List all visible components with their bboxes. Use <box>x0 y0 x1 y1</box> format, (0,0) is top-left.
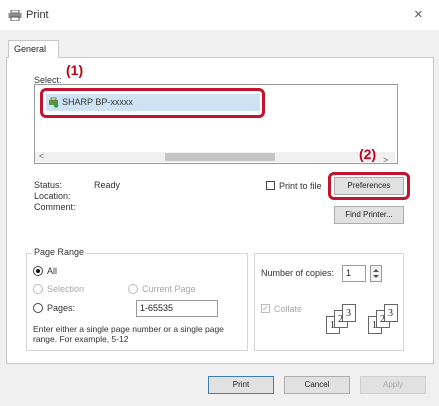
collate-checkbox[interactable]: ✓ <box>261 304 270 313</box>
printer-name: SHARP BP-xxxxx <box>62 97 133 107</box>
stepper-arrows-icon <box>373 269 379 278</box>
collate-page-number: 1 <box>372 320 377 331</box>
printer-ready-icon <box>48 97 59 108</box>
preferences-button[interactable]: Preferences <box>334 177 404 195</box>
comment-label: Comment: <box>34 202 76 212</box>
location-label: Location: <box>34 191 71 201</box>
print-button[interactable]: Print <box>208 376 274 394</box>
radio-selection[interactable] <box>33 284 43 294</box>
scrollbar-thumb[interactable] <box>165 153 275 161</box>
callout-2: (2) <box>359 146 377 162</box>
apply-button[interactable]: Apply <box>360 376 426 394</box>
status-value: Ready <box>94 180 121 190</box>
collate-page-number: 3 <box>346 308 351 319</box>
collate-page-number: 2 <box>380 314 385 325</box>
window-title: Print <box>26 9 49 21</box>
printer-icon <box>8 9 22 22</box>
collate-label: Collate <box>274 304 303 314</box>
radio-all-label: All <box>47 266 58 276</box>
tab-general[interactable]: General <box>8 40 59 58</box>
check-mark-icon: ✓ <box>262 304 269 313</box>
callout-1: (1) <box>66 62 84 78</box>
collate-page-number: 3 <box>388 308 393 319</box>
collate-page-number: 2 <box>338 314 343 325</box>
collate-page-number: 1 <box>330 320 335 331</box>
print-to-file-label: Print to file <box>279 181 322 191</box>
close-icon[interactable]: × <box>414 6 423 23</box>
pages-input[interactable]: 1-65535 <box>136 300 218 317</box>
radio-pages-label: Pages: <box>47 303 76 313</box>
radio-current-page-label: Current Page <box>142 284 196 294</box>
radio-all[interactable] <box>33 266 43 276</box>
radio-pages[interactable] <box>33 303 43 313</box>
page-range-title: Page Range <box>32 247 87 257</box>
copies-input[interactable]: 1 <box>342 265 366 282</box>
radio-selection-label: Selection <box>47 284 85 294</box>
scroll-right-arrow-icon[interactable]: > <box>383 155 388 165</box>
copies-stepper[interactable] <box>370 265 382 282</box>
find-printer-button[interactable]: Find Printer... <box>334 206 404 224</box>
page-range-hint: Enter either a single page number or a s… <box>33 324 224 344</box>
print-to-file-checkbox[interactable] <box>266 181 275 190</box>
copies-label: Number of copies: <box>261 268 335 278</box>
status-label: Status: <box>34 180 63 190</box>
radio-current-page[interactable] <box>128 284 138 294</box>
scroll-left-arrow-icon[interactable]: < <box>39 151 44 161</box>
radio-all-dot <box>36 269 40 273</box>
cancel-button[interactable]: Cancel <box>284 376 350 394</box>
title-bar <box>0 0 439 30</box>
